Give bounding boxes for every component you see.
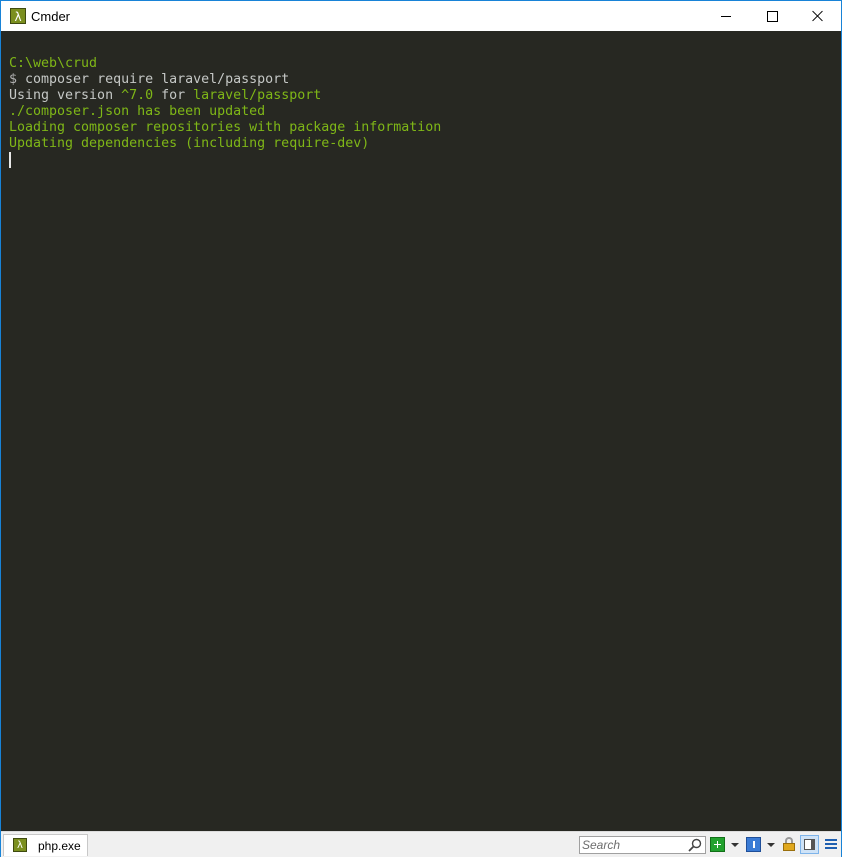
tab-lambda-icon: λ	[13, 838, 27, 852]
terminal-text-segment: for	[153, 88, 194, 103]
terminal-line: C:\web\crud	[9, 56, 441, 72]
add-tab-icon[interactable]	[710, 837, 725, 852]
terminal-text-segment: ^7.0	[121, 88, 154, 103]
text-cursor	[9, 152, 11, 168]
terminal-text-segment: $	[9, 72, 26, 87]
terminal-line: $ composer require laravel/passport	[9, 72, 441, 88]
maximize-button[interactable]	[749, 1, 795, 31]
cursor-line	[9, 152, 441, 168]
terminal-line: Using version ^7.0 for laravel/passport	[9, 88, 441, 104]
terminal-text-segment: Updating dependencies (including require…	[9, 136, 370, 151]
status-bar: λ php.exe	[1, 831, 841, 857]
lock-body	[783, 843, 795, 851]
console-tab[interactable]: λ php.exe	[3, 834, 88, 856]
terminal-text-segment: composer require laravel/passport	[25, 72, 290, 87]
terminal-text-segment: C:\web\crud	[9, 56, 98, 71]
search-box[interactable]	[579, 836, 706, 854]
lock-icon[interactable]	[782, 837, 797, 852]
close-button[interactable]	[795, 1, 841, 31]
menu-icon[interactable]	[824, 837, 838, 852]
terminal-text-segment: laravel/passport	[193, 88, 322, 103]
tab-label: php.exe	[38, 839, 81, 853]
terminal-output: C:\web\crud $ composer require laravel/pa…	[9, 56, 441, 168]
close-icon	[812, 10, 824, 22]
cmder-window: λ Cmder C:\web\crud $ composer require la…	[0, 0, 842, 857]
cmder-lambda-icon[interactable]: λ	[10, 8, 26, 24]
maximize-icon	[766, 10, 778, 22]
terminal-text-segment: Loading composer repositories with packa…	[9, 120, 442, 135]
minimize-button[interactable]	[703, 1, 749, 31]
terminal-area[interactable]: C:\web\crud $ composer require laravel/pa…	[1, 31, 841, 831]
terminal-text-segment: ./composer.json has been updated	[9, 104, 266, 119]
panel-icon[interactable]	[800, 835, 819, 854]
terminal-text-segment: Using version	[9, 88, 122, 103]
terminal-line: ./composer.json has been updated	[9, 104, 441, 120]
search-icon[interactable]	[688, 838, 702, 852]
window-title: Cmder	[31, 9, 71, 24]
terminal-line: Loading composer repositories with packa…	[9, 120, 441, 136]
console-dropdown-icon[interactable]	[767, 843, 775, 847]
search-input[interactable]	[582, 838, 682, 852]
title-bar[interactable]: λ Cmder	[1, 1, 841, 31]
minimize-icon	[721, 15, 731, 17]
add-tab-dropdown-icon[interactable]	[731, 843, 739, 847]
terminal-line: Updating dependencies (including require…	[9, 136, 441, 152]
console-icon[interactable]	[746, 837, 761, 852]
